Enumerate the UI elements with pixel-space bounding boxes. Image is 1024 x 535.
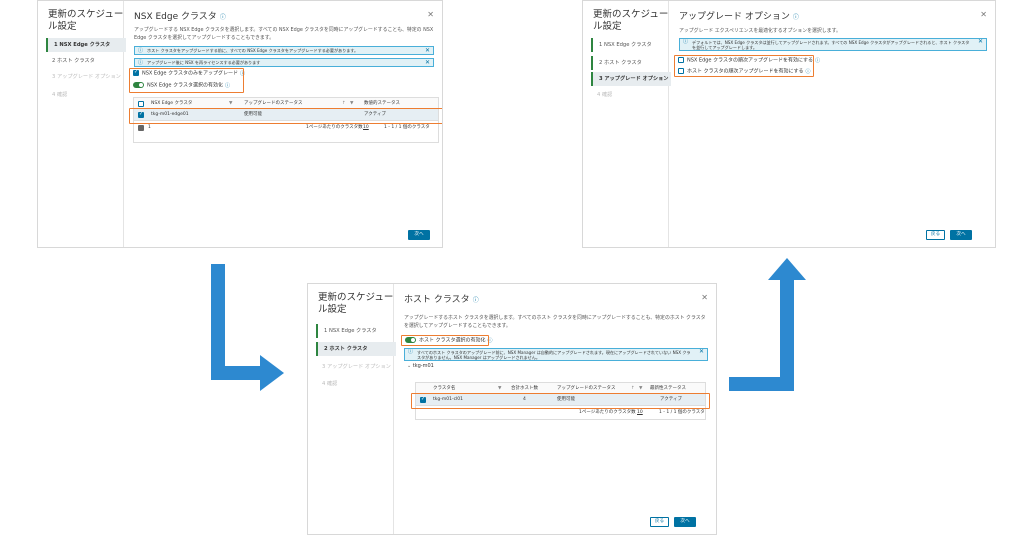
- back-button[interactable]: 戻る: [926, 230, 945, 240]
- info-banner-manager: ⓘ すべてのホスト クラスタのアップグレード前に、NSX Manager は自動的…: [404, 348, 708, 361]
- dismiss-icon[interactable]: ✕: [699, 349, 704, 355]
- dismiss-icon[interactable]: ✕: [425, 59, 430, 66]
- step-edge-cluster[interactable]: 1 NSX Edge クラスタ: [316, 324, 396, 338]
- info-banner-prerequisite: ⓘ ホスト クラスタをアップグレードする前に、すべての NSX Edge クラスタ…: [134, 46, 434, 55]
- close-icon[interactable]: ✕: [427, 10, 434, 19]
- highlight-options: [129, 68, 244, 93]
- highlight-options: [674, 55, 814, 77]
- step-review: 4 確認: [597, 92, 613, 98]
- wizard-main: ホスト クラスタ ⓘ ✕ アップグレードするホスト クラスタを選択します。すべての…: [394, 284, 716, 534]
- flow-arrow-right-vertical: [780, 278, 794, 391]
- step-edge-cluster[interactable]: 1 NSX Edge クラスタ: [46, 38, 126, 52]
- step-review: 4 確認: [322, 381, 338, 387]
- highlight-toggle: [401, 335, 489, 346]
- info-banner-parallel: ⓘ デフォルトでは、NSX Edge クラスタは並行してアップグレードされます。す…: [679, 38, 987, 51]
- back-button[interactable]: 戻る: [650, 517, 669, 527]
- info-icon: ⓘ: [138, 48, 144, 54]
- upgrade-options-wizard: 更新のスケジュール設定 1 NSX Edge クラスタ 2 ホスト クラスタ 3…: [582, 0, 996, 248]
- info-icon: ⓘ: [683, 39, 689, 45]
- step-host-cluster[interactable]: 2 ホスト クラスタ: [316, 342, 396, 356]
- sidebar-title: 更新のスケジュール設定: [593, 9, 669, 32]
- close-icon[interactable]: ✕: [701, 293, 708, 302]
- page-title: ホスト クラスタ ⓘ: [404, 295, 479, 305]
- select-all-checkbox[interactable]: [138, 100, 144, 107]
- edge-cluster-wizard: 更新のスケジュール設定 1 NSX Edge クラスタ 2 ホスト クラスタ 3…: [37, 0, 443, 248]
- info-icon: ⓘ: [408, 349, 414, 355]
- page-title: アップグレード オプション ⓘ: [679, 12, 799, 22]
- help-icon[interactable]: ⓘ: [793, 14, 799, 21]
- page-description: アップグレード エクスペリエンスを最適化するオプションを選択します。: [679, 28, 841, 34]
- help-icon[interactable]: ⓘ: [473, 297, 479, 304]
- info-icon: ⓘ: [138, 60, 144, 66]
- step-edge-cluster[interactable]: 1 NSX Edge クラスタ: [591, 38, 671, 52]
- step-host-cluster[interactable]: 2 ホスト クラスタ: [591, 56, 671, 70]
- next-button[interactable]: 次へ: [408, 230, 430, 240]
- page-title: NSX Edge クラスタ ⓘ: [134, 12, 226, 22]
- next-button[interactable]: 次へ: [674, 517, 696, 527]
- step-upgrade-options: 3 アップグレード オプション: [322, 364, 391, 370]
- wizard-main: アップグレード オプション ⓘ ✕ アップグレード エクスペリエンスを最適化するオ…: [669, 1, 995, 247]
- help-icon[interactable]: ⓘ: [220, 14, 226, 21]
- wizard-sidebar: 更新のスケジュール設定 1 NSX Edge クラスタ 2 ホスト クラスタ 3…: [38, 1, 126, 247]
- highlight-row: [129, 108, 442, 124]
- cluster-tree-node[interactable]: ⌄ tkg-m01: [407, 363, 434, 369]
- page-description: アップグレードするホスト クラスタを選択します。すべてのホスト クラスタを同時に…: [404, 315, 706, 329]
- host-cluster-wizard: 更新のスケジュール設定 1 NSX Edge クラスタ 2 ホスト クラスタ 3…: [307, 283, 717, 535]
- sidebar-title: 更新のスケジュール設定: [318, 292, 394, 315]
- flow-arrow-left-horizontal: [211, 366, 262, 380]
- wizard-main: NSX Edge クラスタ ⓘ ✕ アップグレードする NSX Edge クラスタ…: [124, 1, 442, 247]
- step-upgrade-options[interactable]: 3 アップグレード オプション: [591, 72, 671, 86]
- arrow-right-icon: [260, 355, 284, 391]
- step-upgrade-options: 3 アップグレード オプション: [52, 74, 121, 80]
- page-description: アップグレードする NSX Edge クラスタを選択します。すべての NSX E…: [134, 27, 434, 41]
- dismiss-icon[interactable]: ✕: [425, 47, 430, 54]
- step-host-cluster[interactable]: 2 ホスト クラスタ: [46, 54, 126, 68]
- sidebar-title: 更新のスケジュール設定: [48, 9, 124, 32]
- arrow-up-icon: [768, 258, 806, 280]
- wizard-sidebar: 更新のスケジュール設定 1 NSX Edge クラスタ 2 ホスト クラスタ 3…: [308, 284, 396, 534]
- close-icon[interactable]: ✕: [980, 10, 987, 19]
- footer-selection-icon: [138, 124, 144, 131]
- step-review: 4 確認: [52, 92, 68, 98]
- wizard-sidebar: 更新のスケジュール設定 1 NSX Edge クラスタ 2 ホスト クラスタ 3…: [583, 1, 671, 247]
- highlight-row: [411, 393, 710, 409]
- dismiss-icon[interactable]: ✕: [978, 39, 983, 45]
- info-icon[interactable]: ⓘ: [815, 58, 820, 64]
- info-banner-license: ⓘ アップグレード後に NSX を再ライセンスする必要があります ✕: [134, 58, 434, 67]
- flow-arrow-left-vertical: [211, 264, 225, 380]
- next-button[interactable]: 次へ: [950, 230, 972, 240]
